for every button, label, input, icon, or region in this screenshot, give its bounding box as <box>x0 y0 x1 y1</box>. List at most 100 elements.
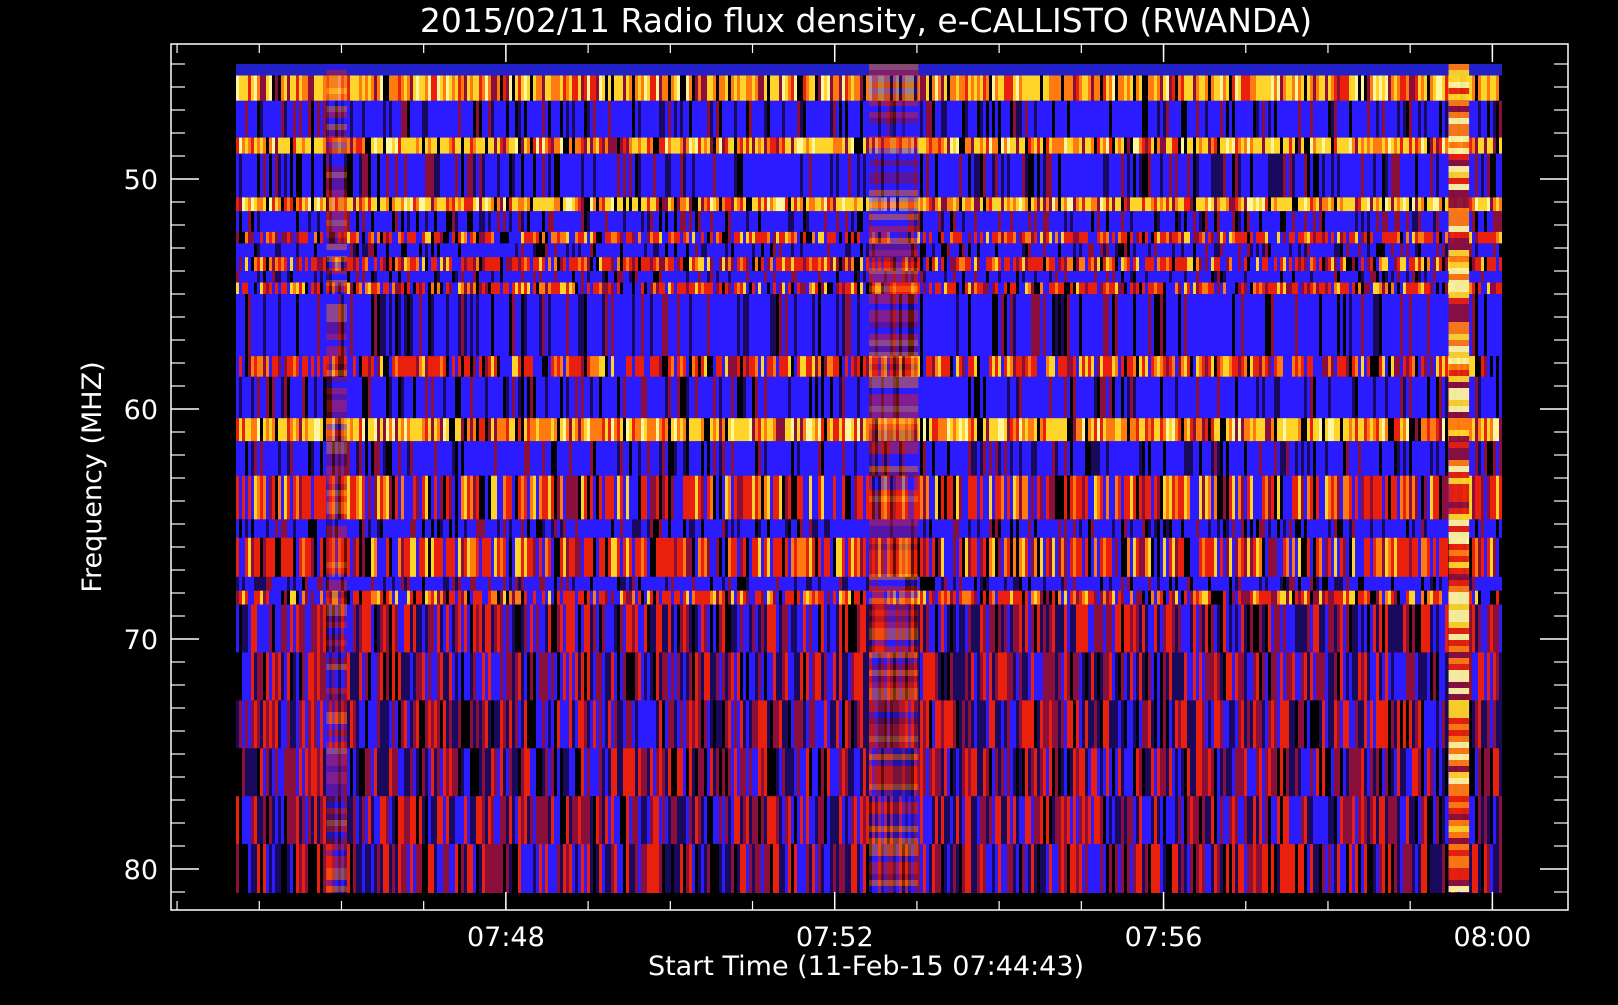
heatmap-cell <box>464 75 467 101</box>
heatmap-cell <box>1010 271 1013 283</box>
heatmap-cell <box>971 243 974 258</box>
heatmap-cell <box>1115 282 1118 294</box>
heatmap-cell <box>1445 231 1448 244</box>
heatmap-cell <box>494 153 497 198</box>
heatmap-cell <box>767 271 770 283</box>
heatmap-cell <box>584 257 587 271</box>
heatmap-cell <box>263 100 266 138</box>
heatmap-cell <box>536 294 539 357</box>
heatmap-cell <box>635 294 638 357</box>
heatmap-cell <box>773 231 776 244</box>
heatmap-cell <box>1394 197 1397 212</box>
heatmap-cell <box>1196 294 1199 357</box>
heatmap-cell <box>935 243 938 258</box>
heatmap-cell <box>1292 137 1295 154</box>
heatmap-cell <box>431 75 434 101</box>
heatmap-cell <box>1115 257 1118 271</box>
heatmap-cell <box>779 75 782 101</box>
heatmap-cell <box>1445 243 1448 258</box>
heatmap-cell <box>395 257 398 271</box>
heatmap-cell <box>1337 197 1340 212</box>
heatmap-cell <box>839 137 842 154</box>
heatmap-cell <box>1355 137 1358 154</box>
heatmap-cell <box>845 257 848 271</box>
heatmap-cell <box>410 271 413 283</box>
heatmap-cell <box>719 243 722 258</box>
heatmap-cell <box>1214 294 1217 357</box>
heatmap-cell <box>995 75 998 101</box>
heatmap-cell <box>761 243 764 258</box>
heatmap-cell <box>1115 100 1118 138</box>
heatmap-cell <box>1019 100 1022 138</box>
heatmap-cell <box>1043 257 1046 271</box>
heatmap-cell <box>815 153 818 198</box>
heatmap-cell <box>1169 137 1172 154</box>
heatmap-cell <box>404 100 407 138</box>
heatmap-cell <box>374 257 377 271</box>
heatmap-cell <box>986 271 989 283</box>
heatmap-cell <box>992 243 995 258</box>
heatmap-cell <box>986 231 989 244</box>
heatmap-cell <box>1019 257 1022 271</box>
heatmap-cell <box>755 153 758 198</box>
heatmap-cell <box>1277 197 1280 212</box>
heatmap-cell <box>1427 243 1430 258</box>
heatmap-cell <box>1136 211 1139 232</box>
heatmap-cell <box>1124 257 1127 271</box>
heatmap-cell <box>944 271 947 283</box>
heatmap-cell <box>1490 197 1493 212</box>
heatmap-cell <box>380 282 383 294</box>
heatmap-cell <box>530 282 533 294</box>
heatmap-cell <box>758 257 761 271</box>
heatmap-cell <box>236 211 239 232</box>
heatmap-cell <box>1220 75 1223 101</box>
heatmap-cell <box>1223 75 1226 101</box>
heatmap-cell <box>935 75 938 101</box>
heatmap-cell <box>614 137 617 154</box>
heatmap-cell <box>1190 243 1193 258</box>
heatmap-cell <box>1022 137 1025 154</box>
heatmap-cell <box>476 282 479 294</box>
heatmap-cell <box>851 153 854 198</box>
heatmap-cell <box>809 137 812 154</box>
heatmap-cell <box>1436 257 1439 271</box>
heatmap-cell <box>1316 211 1319 232</box>
heatmap-cell <box>947 294 950 357</box>
heatmap-cell <box>605 282 608 294</box>
heatmap-cell <box>674 197 677 212</box>
heatmap-cell <box>578 153 581 198</box>
heatmap-cell <box>308 100 311 138</box>
heatmap-cell <box>1388 271 1391 283</box>
heatmap-cell <box>1040 271 1043 283</box>
heatmap-cell <box>1421 211 1424 232</box>
heatmap-cell <box>995 231 998 244</box>
heatmap-cell <box>386 294 389 357</box>
heatmap-cell <box>1172 243 1175 258</box>
heatmap-cell <box>434 294 437 357</box>
heatmap-cell <box>1022 294 1025 357</box>
heatmap-cell <box>1004 282 1007 294</box>
heatmap-cell <box>407 282 410 294</box>
heatmap-cell <box>1040 211 1043 232</box>
heatmap-cell <box>533 294 536 357</box>
heatmap-cell <box>1367 271 1370 283</box>
heatmap-cell <box>587 100 590 138</box>
heatmap-cell <box>632 137 635 154</box>
heatmap-cell <box>932 75 935 101</box>
heatmap-cell <box>1295 153 1298 198</box>
heatmap-cell <box>1082 282 1085 294</box>
heatmap-cell <box>539 100 542 138</box>
heatmap-cell <box>428 294 431 357</box>
heatmap-cell <box>515 271 518 283</box>
heatmap-cell <box>1388 211 1391 232</box>
heatmap-cell <box>809 211 812 232</box>
heatmap-cell <box>602 100 605 138</box>
heatmap-cell <box>260 243 263 258</box>
heatmap-cell <box>755 271 758 283</box>
heatmap-cell <box>1370 231 1373 244</box>
heatmap-cell <box>467 243 470 258</box>
heatmap-cell <box>650 243 653 258</box>
heatmap-cell <box>1028 257 1031 271</box>
heatmap-cell <box>1184 75 1187 101</box>
heatmap-cell <box>356 231 359 244</box>
